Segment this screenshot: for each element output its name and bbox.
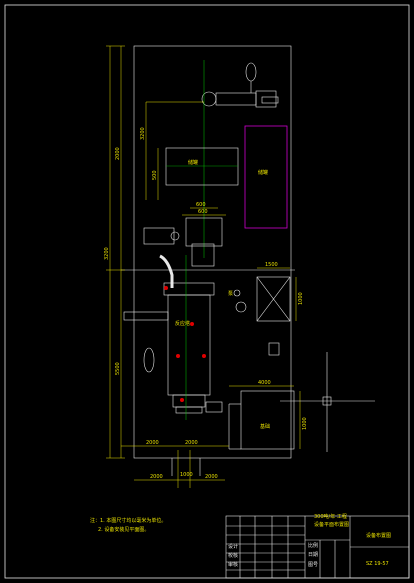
dim-side-a: 500 <box>152 170 158 180</box>
small-devices <box>143 289 280 413</box>
note-1: 注：1. 本图尺寸均以毫米为单位。 <box>90 517 166 524</box>
dim-bottom-mid: 2000 <box>185 440 198 446</box>
dim-pump-width: 600 <box>196 202 206 208</box>
dim-left-upper: 2000 <box>115 147 121 160</box>
magenta-label: 储罐 <box>258 169 268 176</box>
side-label: 泵 <box>228 291 233 297</box>
title-cell-2: 校核 <box>228 552 238 559</box>
title-cell-3: 审核 <box>228 561 238 568</box>
dim-right-width: 1500 <box>265 262 278 268</box>
base-block <box>228 390 295 450</box>
drawing-no: SZ 19-57 <box>366 561 389 567</box>
dim-bottom-group <box>121 445 229 488</box>
title-cell-1: 设计 <box>228 543 238 550</box>
title-right: 设备布置图 <box>366 532 391 539</box>
dim-upper-group <box>145 101 204 200</box>
horizontal-tank <box>165 147 239 186</box>
dim-bottom-span-right: 2000 <box>205 474 218 480</box>
motor-assembly <box>201 62 279 108</box>
dim-left-lower: 5500 <box>115 362 121 375</box>
dim-mid-small: 600 <box>198 209 208 215</box>
title-main-2: 设备平面布置图 <box>314 521 349 528</box>
note-2: 2. 设备安装见平面图。 <box>98 526 149 533</box>
cad-drawing: 3200 2000 5500 3200 500 储罐 储罐 600 600 反应… <box>4 4 410 579</box>
dim-bottom-span-left: 2000 <box>150 474 163 480</box>
dim-base-group <box>229 385 301 449</box>
dim-small-a: 1000 <box>180 472 193 478</box>
dim-top-height: 3200 <box>140 127 146 140</box>
dim-total-height: 3200 <box>104 247 110 260</box>
outer-border <box>4 4 410 579</box>
dim-base-width: 4000 <box>258 380 271 386</box>
dim-bottom-left: 2000 <box>146 440 159 446</box>
dim-right-height: 1000 <box>298 292 304 305</box>
red-markers <box>164 286 206 402</box>
reaction-column <box>123 282 215 414</box>
column-label: 反应塔 <box>175 320 190 327</box>
plan-boundary <box>133 45 292 459</box>
right-equipment-box <box>256 276 291 322</box>
magenta-vessel <box>244 125 288 229</box>
base-label: 基础 <box>260 423 270 430</box>
title-cell-6: 图号 <box>308 562 318 568</box>
dim-base-height: 1000 <box>302 417 308 430</box>
tank-label: 储罐 <box>188 159 198 166</box>
title-cell-4: 比例 <box>308 542 318 549</box>
title-main-1: 300吨/年 工程 <box>314 513 347 520</box>
title-cell-5: 日期 <box>308 552 318 558</box>
pump-unit <box>143 217 223 267</box>
